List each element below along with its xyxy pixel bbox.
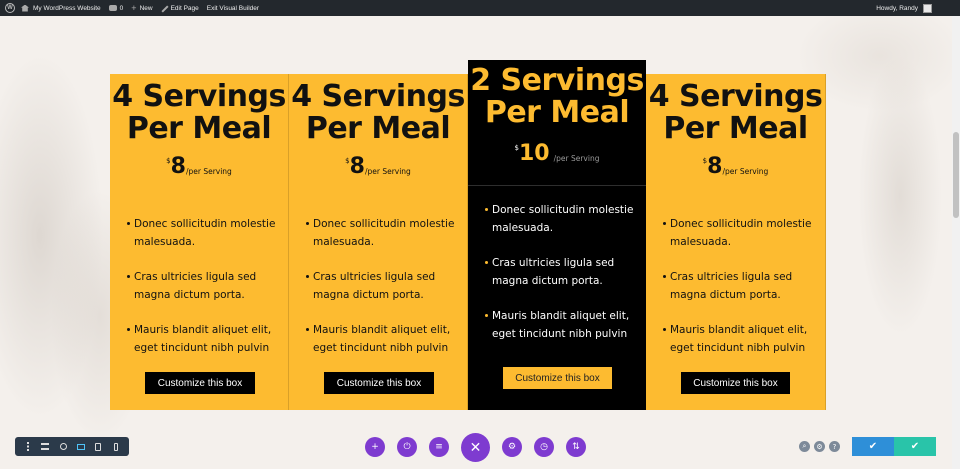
avatar bbox=[923, 3, 932, 13]
layers-icon[interactable]: ≡ bbox=[429, 437, 449, 457]
card-title-line: 2 Servings bbox=[470, 63, 644, 98]
price-frequency: /per Serving bbox=[364, 167, 411, 176]
card-title-line: Per Meal bbox=[305, 111, 451, 146]
feature-item: Mauris blandit aliquet elit, eget tincid… bbox=[305, 322, 455, 357]
view-mode-toolbar bbox=[15, 437, 129, 456]
page-settings-bar: + ⏻ ≡ ✕ ⚙ ◷ ⇅ bbox=[365, 433, 589, 462]
customize-box-button[interactable]: Customize this box bbox=[681, 372, 790, 394]
pricing-card: 4 Servings Per Meal $ 8 /per Serving Don… bbox=[110, 74, 289, 410]
feature-item: Cras ultricies ligula sed magna dictum p… bbox=[305, 269, 455, 304]
feature-item: Mauris blandit aliquet elit, eget tincid… bbox=[126, 322, 276, 357]
help-icons: ⌕ ⚙ ? bbox=[799, 441, 840, 452]
home-icon bbox=[21, 4, 29, 12]
price-row: $ 10 /per Serving bbox=[468, 142, 646, 166]
card-title-line: 4 Servings bbox=[112, 79, 286, 114]
help-icon[interactable]: ? bbox=[829, 441, 840, 452]
card-title-line: Per Meal bbox=[663, 111, 808, 146]
price-frequency: /per Serving bbox=[722, 167, 769, 176]
price-row: $ 8 /per Serving bbox=[110, 155, 288, 179]
plus-icon: + bbox=[131, 2, 137, 13]
feature-item: Donec sollicitudin molestie malesuada. bbox=[126, 216, 276, 251]
price-row: $ 8 /per Serving bbox=[289, 155, 467, 179]
divider bbox=[468, 185, 646, 186]
feature-list: Donec sollicitudin molestie malesuada. C… bbox=[126, 216, 276, 357]
tablet-view-icon[interactable] bbox=[93, 442, 103, 452]
my-account-menu[interactable]: Howdy, Randy bbox=[876, 3, 932, 13]
pricing-card-featured: 2 Servings Per Meal $ 10 /per Serving Do… bbox=[468, 60, 646, 410]
pricing-card: 4 Servings Per Meal $ 8 /per Serving Don… bbox=[646, 74, 826, 410]
wordpress-logo-icon[interactable]: W bbox=[5, 3, 15, 13]
search-icon[interactable]: ⌕ bbox=[799, 441, 810, 452]
comment-icon bbox=[108, 5, 117, 11]
add-icon[interactable]: + bbox=[365, 437, 385, 457]
feature-list: Donec sollicitudin molestie malesuada. C… bbox=[305, 216, 455, 357]
customize-box-button[interactable]: Customize this box bbox=[324, 372, 434, 394]
card-title: 2 Servings Per Meal bbox=[468, 65, 646, 129]
feature-item: Cras ultricies ligula sed magna dictum p… bbox=[484, 255, 634, 290]
price-row: $ 8 /per Serving bbox=[646, 155, 825, 179]
new-label: New bbox=[139, 4, 153, 12]
exit-visual-builder-link[interactable]: Exit Visual Builder bbox=[207, 5, 259, 12]
feature-list: Donec sollicitudin molestie malesuada. C… bbox=[484, 202, 634, 343]
edit-page-label: Edit Page bbox=[170, 4, 199, 12]
price-amount: 10 bbox=[518, 141, 550, 166]
portability-icon[interactable]: ⇅ bbox=[566, 437, 586, 457]
card-title: 4 Servings Per Meal bbox=[289, 81, 467, 145]
customize-box-button[interactable]: Customize this box bbox=[503, 367, 612, 389]
save-button-group: ✔ ✔ bbox=[852, 437, 936, 456]
site-name-link[interactable]: My WordPress Website bbox=[21, 4, 101, 12]
site-name-label: My WordPress Website bbox=[33, 4, 101, 12]
more-options-icon[interactable] bbox=[23, 442, 33, 452]
history-icon[interactable]: ◷ bbox=[534, 437, 554, 457]
feature-item: Donec sollicitudin molestie malesuada. bbox=[662, 216, 813, 251]
phone-view-icon[interactable] bbox=[111, 442, 121, 452]
zoom-icon[interactable] bbox=[58, 442, 68, 452]
price-frequency: /per Serving bbox=[185, 167, 232, 176]
settings-icon[interactable]: ⚙ bbox=[502, 437, 522, 457]
card-title: 4 Servings Per Meal bbox=[110, 81, 288, 145]
settings-icon[interactable]: ⚙ bbox=[814, 441, 825, 452]
card-title-line: 4 Servings bbox=[648, 79, 823, 114]
feature-item: Cras ultricies ligula sed magna dictum p… bbox=[126, 269, 276, 304]
greeting-label: Howdy, Randy bbox=[876, 4, 918, 12]
customize-box-button[interactable]: Customize this box bbox=[145, 372, 255, 394]
layers-icon[interactable] bbox=[40, 442, 50, 452]
card-title: 4 Servings Per Meal bbox=[646, 81, 825, 145]
feature-item: Donec sollicitudin molestie malesuada. bbox=[484, 202, 634, 237]
checkmark-icon: ✔ bbox=[868, 441, 878, 452]
feature-list: Donec sollicitudin molestie malesuada. C… bbox=[662, 216, 813, 357]
price-amount: 8 bbox=[349, 154, 365, 179]
feature-item: Mauris blandit aliquet elit, eget tincid… bbox=[484, 308, 634, 343]
scrollbar-thumb[interactable] bbox=[953, 132, 959, 218]
card-title-line: 4 Servings bbox=[291, 79, 465, 114]
price-amount: 8 bbox=[707, 154, 723, 179]
pricing-table: 4 Servings Per Meal $ 8 /per Serving Don… bbox=[110, 60, 826, 410]
comments-count: 0 bbox=[119, 4, 124, 12]
feature-item: Cras ultricies ligula sed magna dictum p… bbox=[662, 269, 813, 304]
price-amount: 8 bbox=[170, 154, 186, 179]
power-icon[interactable]: ⏻ bbox=[397, 437, 417, 457]
page-scrollbar[interactable] bbox=[952, 16, 960, 469]
desktop-view-icon[interactable] bbox=[76, 442, 86, 452]
edit-page-link[interactable]: Edit Page bbox=[161, 5, 199, 12]
pricing-card: 4 Servings Per Meal $ 8 /per Serving Don… bbox=[289, 74, 468, 410]
admin-bar: W My WordPress Website 0 + New Edit Page… bbox=[0, 0, 960, 16]
pencil-icon bbox=[161, 5, 168, 12]
exit-builder-label: Exit Visual Builder bbox=[206, 4, 260, 12]
feature-item: Donec sollicitudin molestie malesuada. bbox=[305, 216, 455, 251]
card-title-line: Per Meal bbox=[484, 95, 630, 130]
price-frequency: /per Serving bbox=[553, 154, 600, 163]
close-icon[interactable]: ✕ bbox=[461, 433, 490, 462]
checkmark-icon: ✔ bbox=[910, 441, 920, 452]
feature-item: Mauris blandit aliquet elit, eget tincid… bbox=[662, 322, 813, 357]
save-draft-button[interactable]: ✔ bbox=[852, 437, 894, 456]
new-content-link[interactable]: + New bbox=[131, 2, 153, 13]
comments-link[interactable]: 0 bbox=[108, 4, 124, 12]
publish-button[interactable]: ✔ bbox=[894, 437, 936, 456]
card-title-line: Per Meal bbox=[126, 111, 272, 146]
